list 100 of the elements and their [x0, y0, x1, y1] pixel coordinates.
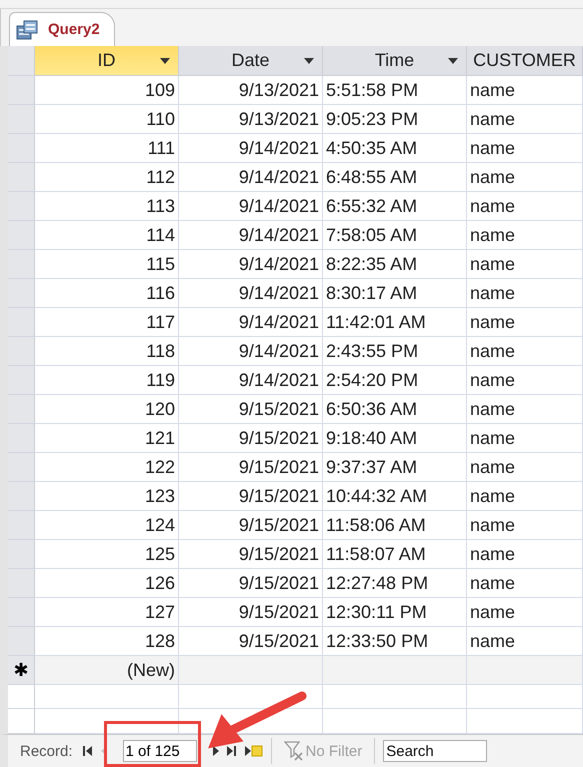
table-cell: 6:55:32 AM [323, 192, 467, 221]
table-cell: 118 [35, 337, 179, 366]
table-cell: 4:50:35 AM [323, 134, 467, 163]
table-cell: 124 [35, 511, 179, 540]
table-cell: 12:27:48 PM [323, 569, 467, 598]
table-cell: 9/13/2021 [179, 105, 323, 134]
first-record-icon[interactable] [82, 746, 93, 756]
table-cell: 9:05:23 PM [323, 105, 467, 134]
table-cell: 9/14/2021 [179, 279, 323, 308]
table-cell: name [467, 540, 583, 569]
row-selector[interactable] [8, 569, 35, 598]
table-cell: name [467, 337, 583, 366]
next-record-icon[interactable] [212, 746, 219, 756]
table-cell: name [467, 424, 583, 453]
table-cell: name [467, 511, 583, 540]
table-cell: 9/14/2021 [179, 250, 323, 279]
table-cell: 111 [35, 134, 179, 163]
table-cell: 109 [35, 76, 179, 105]
table-cell: 9/14/2021 [179, 308, 323, 337]
table-cell: 9/13/2021 [179, 76, 323, 105]
table-cell: 12:33:50 PM [323, 627, 467, 656]
table-cell: 9:37:37 AM [323, 453, 467, 482]
row-selector[interactable] [8, 627, 35, 656]
column-header[interactable]: ID [35, 46, 179, 76]
table-cell: name [467, 134, 583, 163]
record-label: Record: [20, 742, 73, 760]
table-cell: 114 [35, 221, 179, 250]
column-header[interactable]: Date [179, 46, 323, 76]
table-cell: 8:30:17 AM [323, 279, 467, 308]
last-record-icon[interactable] [226, 746, 237, 756]
table-cell: 9/14/2021 [179, 366, 323, 395]
table-cell: 9/15/2021 [179, 540, 323, 569]
table-cell: 2:43:55 PM [323, 337, 467, 366]
table-cell: 9/15/2021 [179, 627, 323, 656]
table-cell: 115 [35, 250, 179, 279]
column-header[interactable]: CUSTOMER [467, 46, 583, 76]
row-selector[interactable] [8, 134, 35, 163]
column-header[interactable]: Time [323, 46, 467, 76]
row-selector[interactable] [8, 337, 35, 366]
row-selector[interactable] [8, 482, 35, 511]
table-cell: name [467, 250, 583, 279]
dropdown-icon[interactable] [160, 58, 170, 64]
table-cell: 121 [35, 424, 179, 453]
row-selector[interactable] [8, 250, 35, 279]
row-selector[interactable] [8, 511, 35, 540]
table-cell: 123 [35, 482, 179, 511]
table-cell: 128 [35, 627, 179, 656]
table-cell: 9/14/2021 [179, 134, 323, 163]
row-selector[interactable] [8, 105, 35, 134]
table-cell: 112 [35, 163, 179, 192]
table-cell: 119 [35, 366, 179, 395]
table-cell: name [467, 366, 583, 395]
table-cell: 9/15/2021 [179, 395, 323, 424]
dropdown-icon[interactable] [304, 58, 314, 64]
row-selector[interactable] [8, 395, 35, 424]
select-all-corner[interactable] [8, 46, 35, 76]
filter-icon [284, 741, 304, 761]
table-cell: name [467, 569, 583, 598]
table-cell: name [467, 221, 583, 250]
row-selector[interactable] [8, 192, 35, 221]
table-cell: 125 [35, 540, 179, 569]
row-selector[interactable] [8, 308, 35, 337]
query-icon [16, 20, 38, 40]
row-selector[interactable] [8, 163, 35, 192]
row-selector[interactable] [8, 453, 35, 482]
table-cell: 6:50:36 AM [323, 395, 467, 424]
table-cell: name [467, 627, 583, 656]
table-cell: 9:18:40 AM [323, 424, 467, 453]
row-selector[interactable] [8, 76, 35, 105]
table-cell: 6:48:55 AM [323, 163, 467, 192]
row-selector[interactable] [8, 221, 35, 250]
table-cell: name [467, 395, 583, 424]
table-cell: name [467, 163, 583, 192]
row-selector[interactable] [8, 366, 35, 395]
query-tab[interactable]: Query2 [9, 12, 115, 46]
table-cell: 12:30:11 PM [323, 598, 467, 627]
table-cell: 9/15/2021 [179, 598, 323, 627]
table-cell: 9/14/2021 [179, 221, 323, 250]
table-cell: 122 [35, 453, 179, 482]
dropdown-icon[interactable] [448, 58, 458, 64]
table-cell: 9/15/2021 [179, 569, 323, 598]
table-cell: 9/15/2021 [179, 453, 323, 482]
table-cell: 11:58:07 AM [323, 540, 467, 569]
table-cell: 113 [35, 192, 179, 221]
table-cell: name [467, 279, 583, 308]
row-selector[interactable] [8, 598, 35, 627]
table-cell: name [467, 453, 583, 482]
table-cell: 9/15/2021 [179, 511, 323, 540]
row-selector[interactable] [8, 424, 35, 453]
new-record-icon[interactable] [244, 745, 263, 757]
row-selector[interactable] [8, 279, 35, 308]
search-field[interactable]: Search [383, 740, 488, 762]
table-cell: 9/14/2021 [179, 337, 323, 366]
table-cell: 110 [35, 105, 179, 134]
record-position-field[interactable]: 1 of 125 [122, 740, 197, 762]
table-cell: name [467, 598, 583, 627]
table-cell: name [467, 192, 583, 221]
row-selector[interactable] [8, 540, 35, 569]
table-cell: 126 [35, 569, 179, 598]
table-cell: 9/15/2021 [179, 424, 323, 453]
